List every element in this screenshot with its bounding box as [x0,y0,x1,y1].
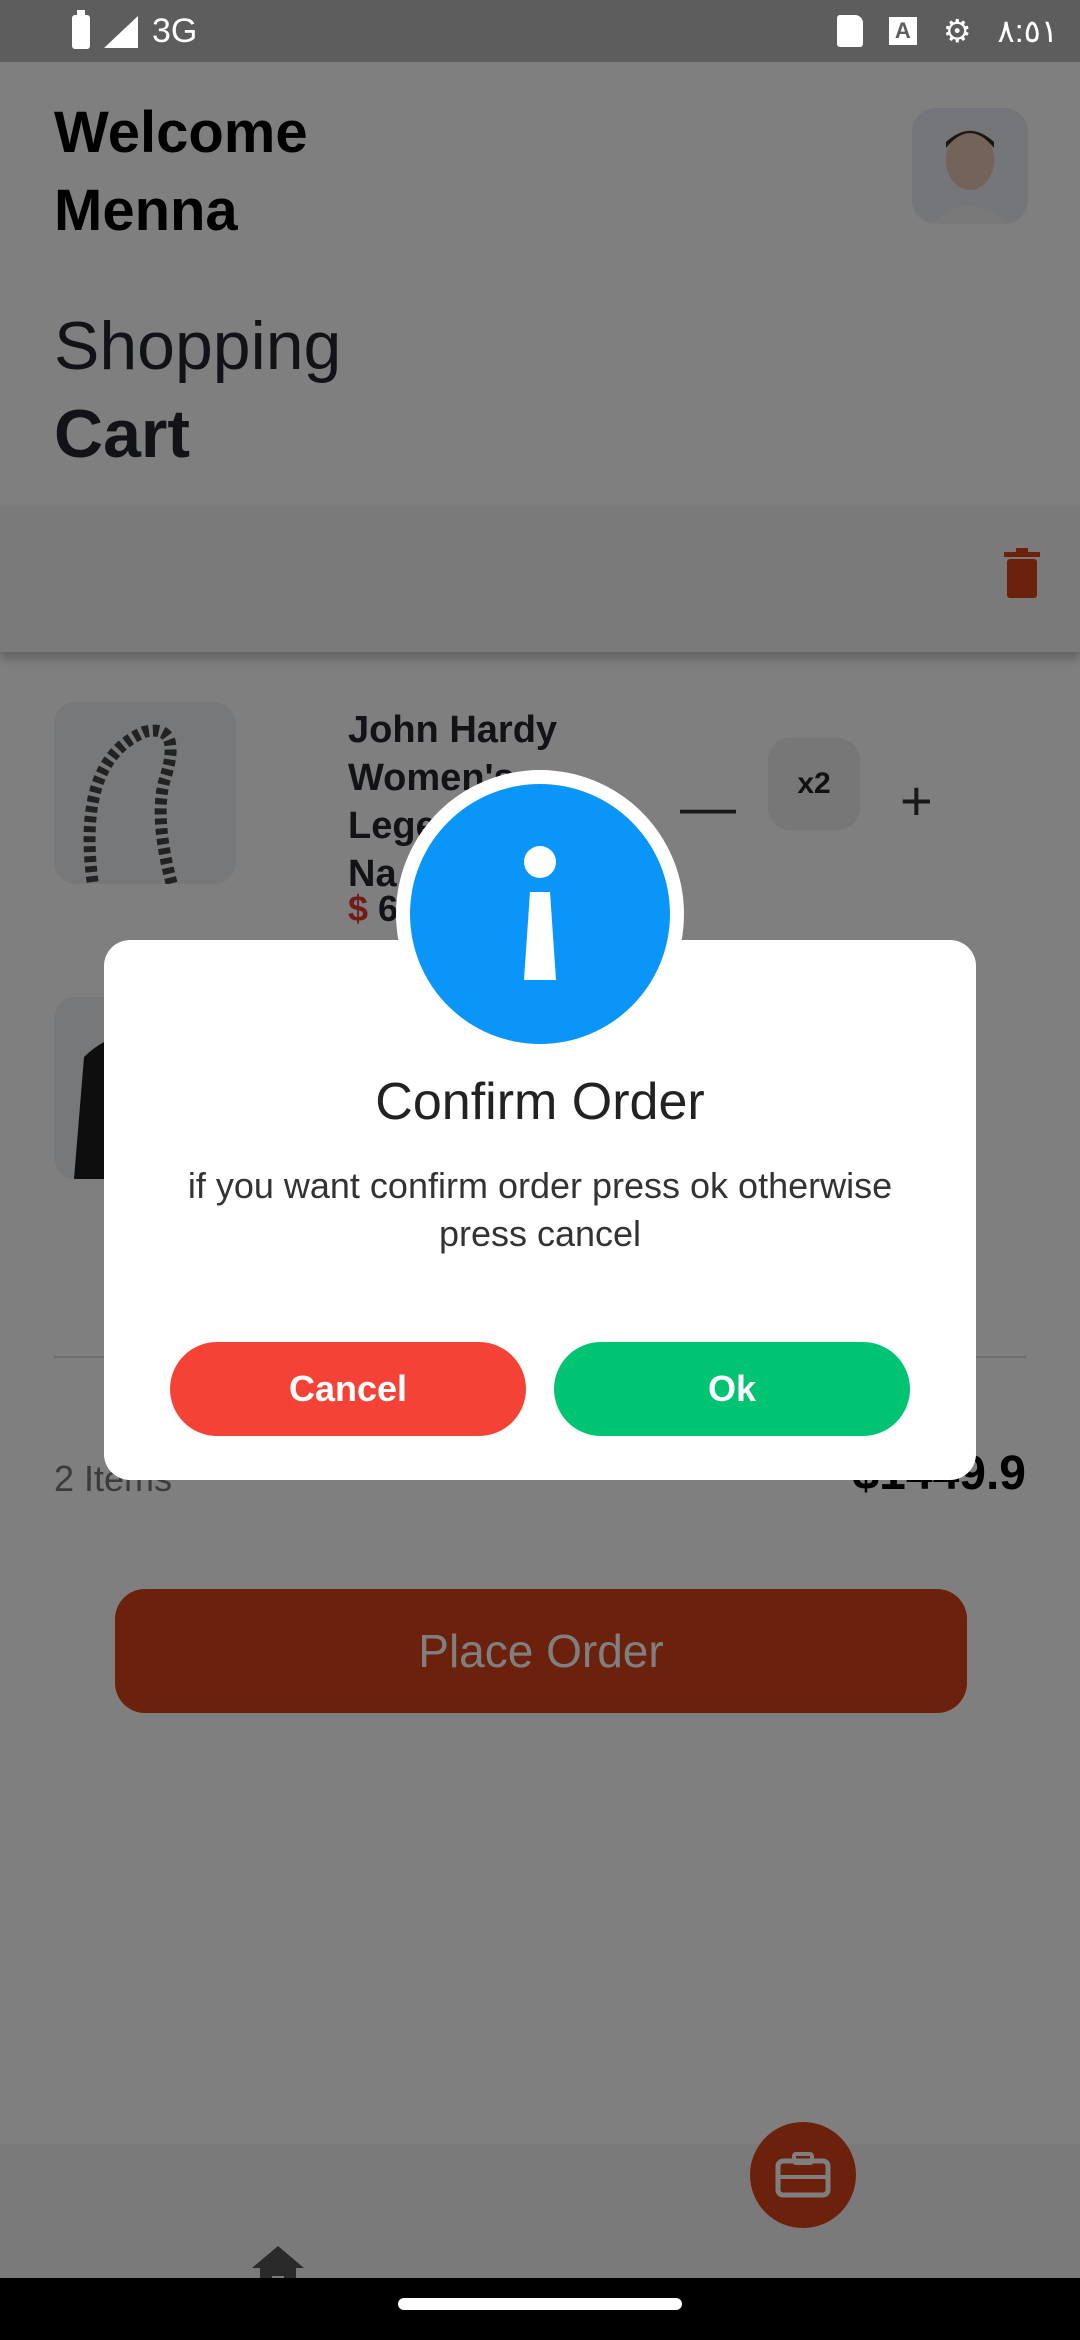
network-label: 3G [152,12,198,50]
info-glyph [524,846,556,980]
home-gesture-pill[interactable] [398,2298,682,2310]
info-icon [410,784,670,1044]
status-bar: 3G A ⚙ ٨:٥١ [0,0,1080,62]
system-nav-bar [0,2278,1080,2340]
status-time: ٨:٥١ [997,13,1058,49]
wifi-icon: ⚙ [942,13,972,49]
ok-button[interactable]: Ok [554,1342,910,1436]
dialog-message: if you want confirm order press ok other… [187,1165,893,1254]
status-left: 3G [72,9,198,51]
status-right: A ⚙ ٨:٥١ [836,12,1058,50]
signal-icon [104,15,138,48]
battery-icon [72,9,90,49]
sd-card-icon [836,15,863,47]
a-icon: A [888,17,917,45]
dialog-title: Confirm Order [375,1073,705,1131]
cancel-button[interactable]: Cancel [170,1342,526,1436]
